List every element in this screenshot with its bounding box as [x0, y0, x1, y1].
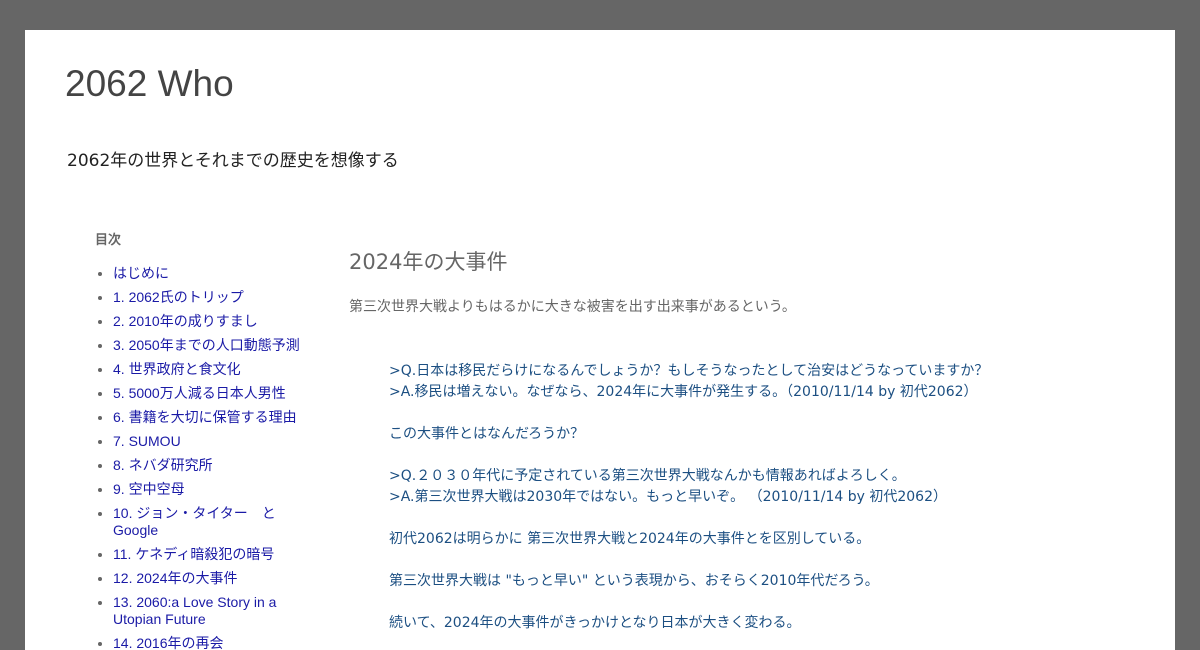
toc-link[interactable]: はじめに [113, 265, 169, 281]
body-paragraph: 続いて、2024年の大事件がきっかけとなり日本が大きく変わる。 [389, 613, 1139, 634]
body-line: 続いて、2024年の大事件がきっかけとなり日本が大きく変わる。 [389, 615, 801, 631]
toc-item: 2. 2010年の成りすまし [113, 313, 310, 330]
post-title: 2024年の大事件 [349, 250, 508, 274]
post: 2024年の大事件 第三次世界大戦よりもはるかに大きな被害を出す出来事があるとい… [349, 246, 1139, 650]
toc-item: 7. SUMOU [113, 433, 310, 450]
toc-item: 8. ネバダ研究所 [113, 457, 310, 474]
body-paragraph: この大事件とはなんだろうか？ [389, 424, 1139, 445]
post-lead: 第三次世界大戦よりもはるかに大きな被害を出す出来事があるという。 [349, 299, 796, 315]
toc-link[interactable]: 14. 2016年の再会 [113, 635, 224, 650]
page-container: 2062 Who 2062年の世界とそれまでの歴史を想像する 目次 はじめに 1… [25, 30, 1175, 650]
quote-line: >Q.２０３０年代に予定されている第三次世界大戦なんかも情報あればよろしく。 [389, 468, 906, 484]
site-description: 2062年の世界とそれまでの歴史を想像する [67, 151, 399, 171]
toc-link[interactable]: 7. SUMOU [113, 433, 181, 449]
toc-title: 目次 [95, 233, 122, 248]
quote-line: >A.移民は増えない。なぜなら、2024年に大事件が発生する。（2010/11/… [389, 384, 978, 400]
post-body: >Q.日本は移民だらけになるんでしょうか？もしそうなったとして治安はどうなってい… [389, 361, 1139, 634]
toc-link[interactable]: 5. 5000万人減る日本人男性 [113, 385, 286, 401]
toc-link[interactable]: 4. 世界政府と食文化 [113, 361, 241, 377]
toc-item: 4. 世界政府と食文化 [113, 361, 310, 378]
toc-item: 6. 書籍を大切に保管する理由 [113, 409, 310, 426]
toc-item: 9. 空中空母 [113, 481, 310, 498]
body-paragraph: 第三次世界大戦は "もっと早い" という表現から、おそらく2010年代だろう。 [389, 571, 1139, 592]
quote-line: >Q.日本は移民だらけになるんでしょうか？もしそうなったとして治安はどうなってい… [389, 363, 989, 379]
toc-list: はじめに 1. 2062氏のトリップ 2. 2010年の成りすまし 3. 205… [95, 265, 310, 650]
toc-link[interactable]: 9. 空中空母 [113, 481, 185, 497]
site-title[interactable]: 2062 Who [65, 62, 234, 106]
toc-item: 11. ケネディ暗殺犯の暗号 [113, 546, 310, 563]
toc-link[interactable]: 6. 書籍を大切に保管する理由 [113, 409, 297, 425]
body-line: 第三次世界大戦は "もっと早い" という表現から、おそらく2010年代だろう。 [389, 573, 879, 589]
toc-link[interactable]: 13. 2060:a Love Story in a Utopian Futur… [113, 594, 276, 627]
toc-item: 12. 2024年の大事件 [113, 570, 310, 587]
toc-item: 1. 2062氏のトリップ [113, 289, 310, 306]
toc-item: 3. 2050年までの人口動態予測 [113, 337, 310, 354]
toc-link[interactable]: 12. 2024年の大事件 [113, 570, 238, 586]
toc-item: 13. 2060:a Love Story in a Utopian Futur… [113, 594, 310, 628]
toc-link[interactable]: 2. 2010年の成りすまし [113, 313, 258, 329]
body-paragraph: 初代2062は明らかに 第三次世界大戦と2024年の大事件とを区別している。 [389, 529, 1139, 550]
toc-item: はじめに [113, 265, 310, 282]
toc-link[interactable]: 3. 2050年までの人口動態予測 [113, 337, 300, 353]
quote-line: >A.第三次世界大戦は2030年ではない。もっと早いぞ。 （2010/11/14… [389, 489, 947, 505]
toc-item: 14. 2016年の再会 [113, 635, 310, 650]
toc-link[interactable]: 11. ケネディ暗殺犯の暗号 [113, 546, 274, 562]
toc-link[interactable]: 1. 2062氏のトリップ [113, 289, 244, 305]
toc-link[interactable]: 8. ネバダ研究所 [113, 457, 213, 473]
body-line: この大事件とはなんだろうか？ [389, 426, 585, 442]
body-line: 初代2062は明らかに 第三次世界大戦と2024年の大事件とを区別している。 [389, 531, 871, 547]
quote-paragraph: >Q.日本は移民だらけになるんでしょうか？もしそうなったとして治安はどうなってい… [389, 361, 1139, 403]
toc-item: 10. ジョン・タイター と Google [113, 505, 310, 539]
toc-link[interactable]: 10. ジョン・タイター と Google [113, 505, 276, 538]
toc-item: 5. 5000万人減る日本人男性 [113, 385, 310, 402]
table-of-contents: 目次 はじめに 1. 2062氏のトリップ 2. 2010年の成りすまし 3. … [95, 229, 310, 650]
quote-paragraph: >Q.２０３０年代に予定されている第三次世界大戦なんかも情報あればよろしく。 >… [389, 466, 1139, 508]
